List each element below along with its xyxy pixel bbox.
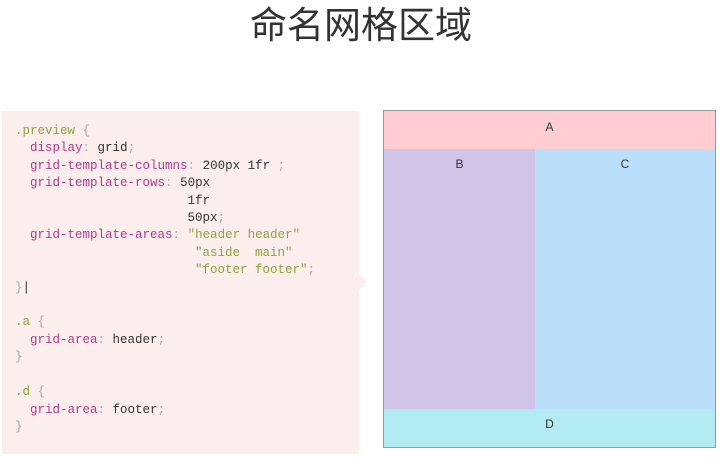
code-value-areas-2: "aside main" [195, 245, 293, 260]
code-value-grid-area-a: header [112, 332, 158, 347]
code-prop-grid-area-a: grid-area [30, 332, 98, 347]
text-cursor: | [22, 280, 31, 295]
code-value-rows-2: 1fr [187, 193, 211, 208]
code-block: .preview { display: grid; grid-template-… [15, 124, 316, 434]
code-open-brace: { [75, 124, 91, 138]
code-value-areas-1: "header header" [187, 228, 301, 243]
grid-area-main-c: C [535, 149, 715, 409]
code-prop-rows: grid-template-rows [30, 176, 166, 191]
code-selector-a: .a [15, 315, 31, 330]
code-prop-display: display [30, 141, 83, 156]
code-value-display: grid [97, 141, 128, 156]
code-value-rows-3: 50px [187, 211, 218, 226]
code-panel-arrow [359, 274, 367, 290]
code-value-rows-1: 50px [180, 176, 211, 191]
code-prop-areas: grid-template-areas [30, 228, 173, 243]
grid-area-footer-d: D [384, 409, 715, 447]
code-selector-d: .d [15, 385, 31, 400]
code-prop-columns: grid-template-columns [30, 158, 188, 173]
code-selector-preview: .preview [15, 124, 76, 138]
code-close-brace: } [15, 280, 23, 295]
page-title: 命名网格区域 [250, 4, 472, 47]
grid-area-header-a: A [384, 111, 715, 149]
code-prop-grid-area-d: grid-area [30, 402, 98, 417]
grid-preview: A B C D [383, 110, 716, 448]
code-value-columns: 200px 1fr [202, 158, 271, 173]
grid-area-aside-b: B [384, 149, 535, 409]
code-value-grid-area-d: footer [112, 402, 158, 417]
code-panel: .preview { display: grid; grid-template-… [2, 111, 359, 454]
code-value-areas-3: "footer footer" [195, 263, 308, 278]
